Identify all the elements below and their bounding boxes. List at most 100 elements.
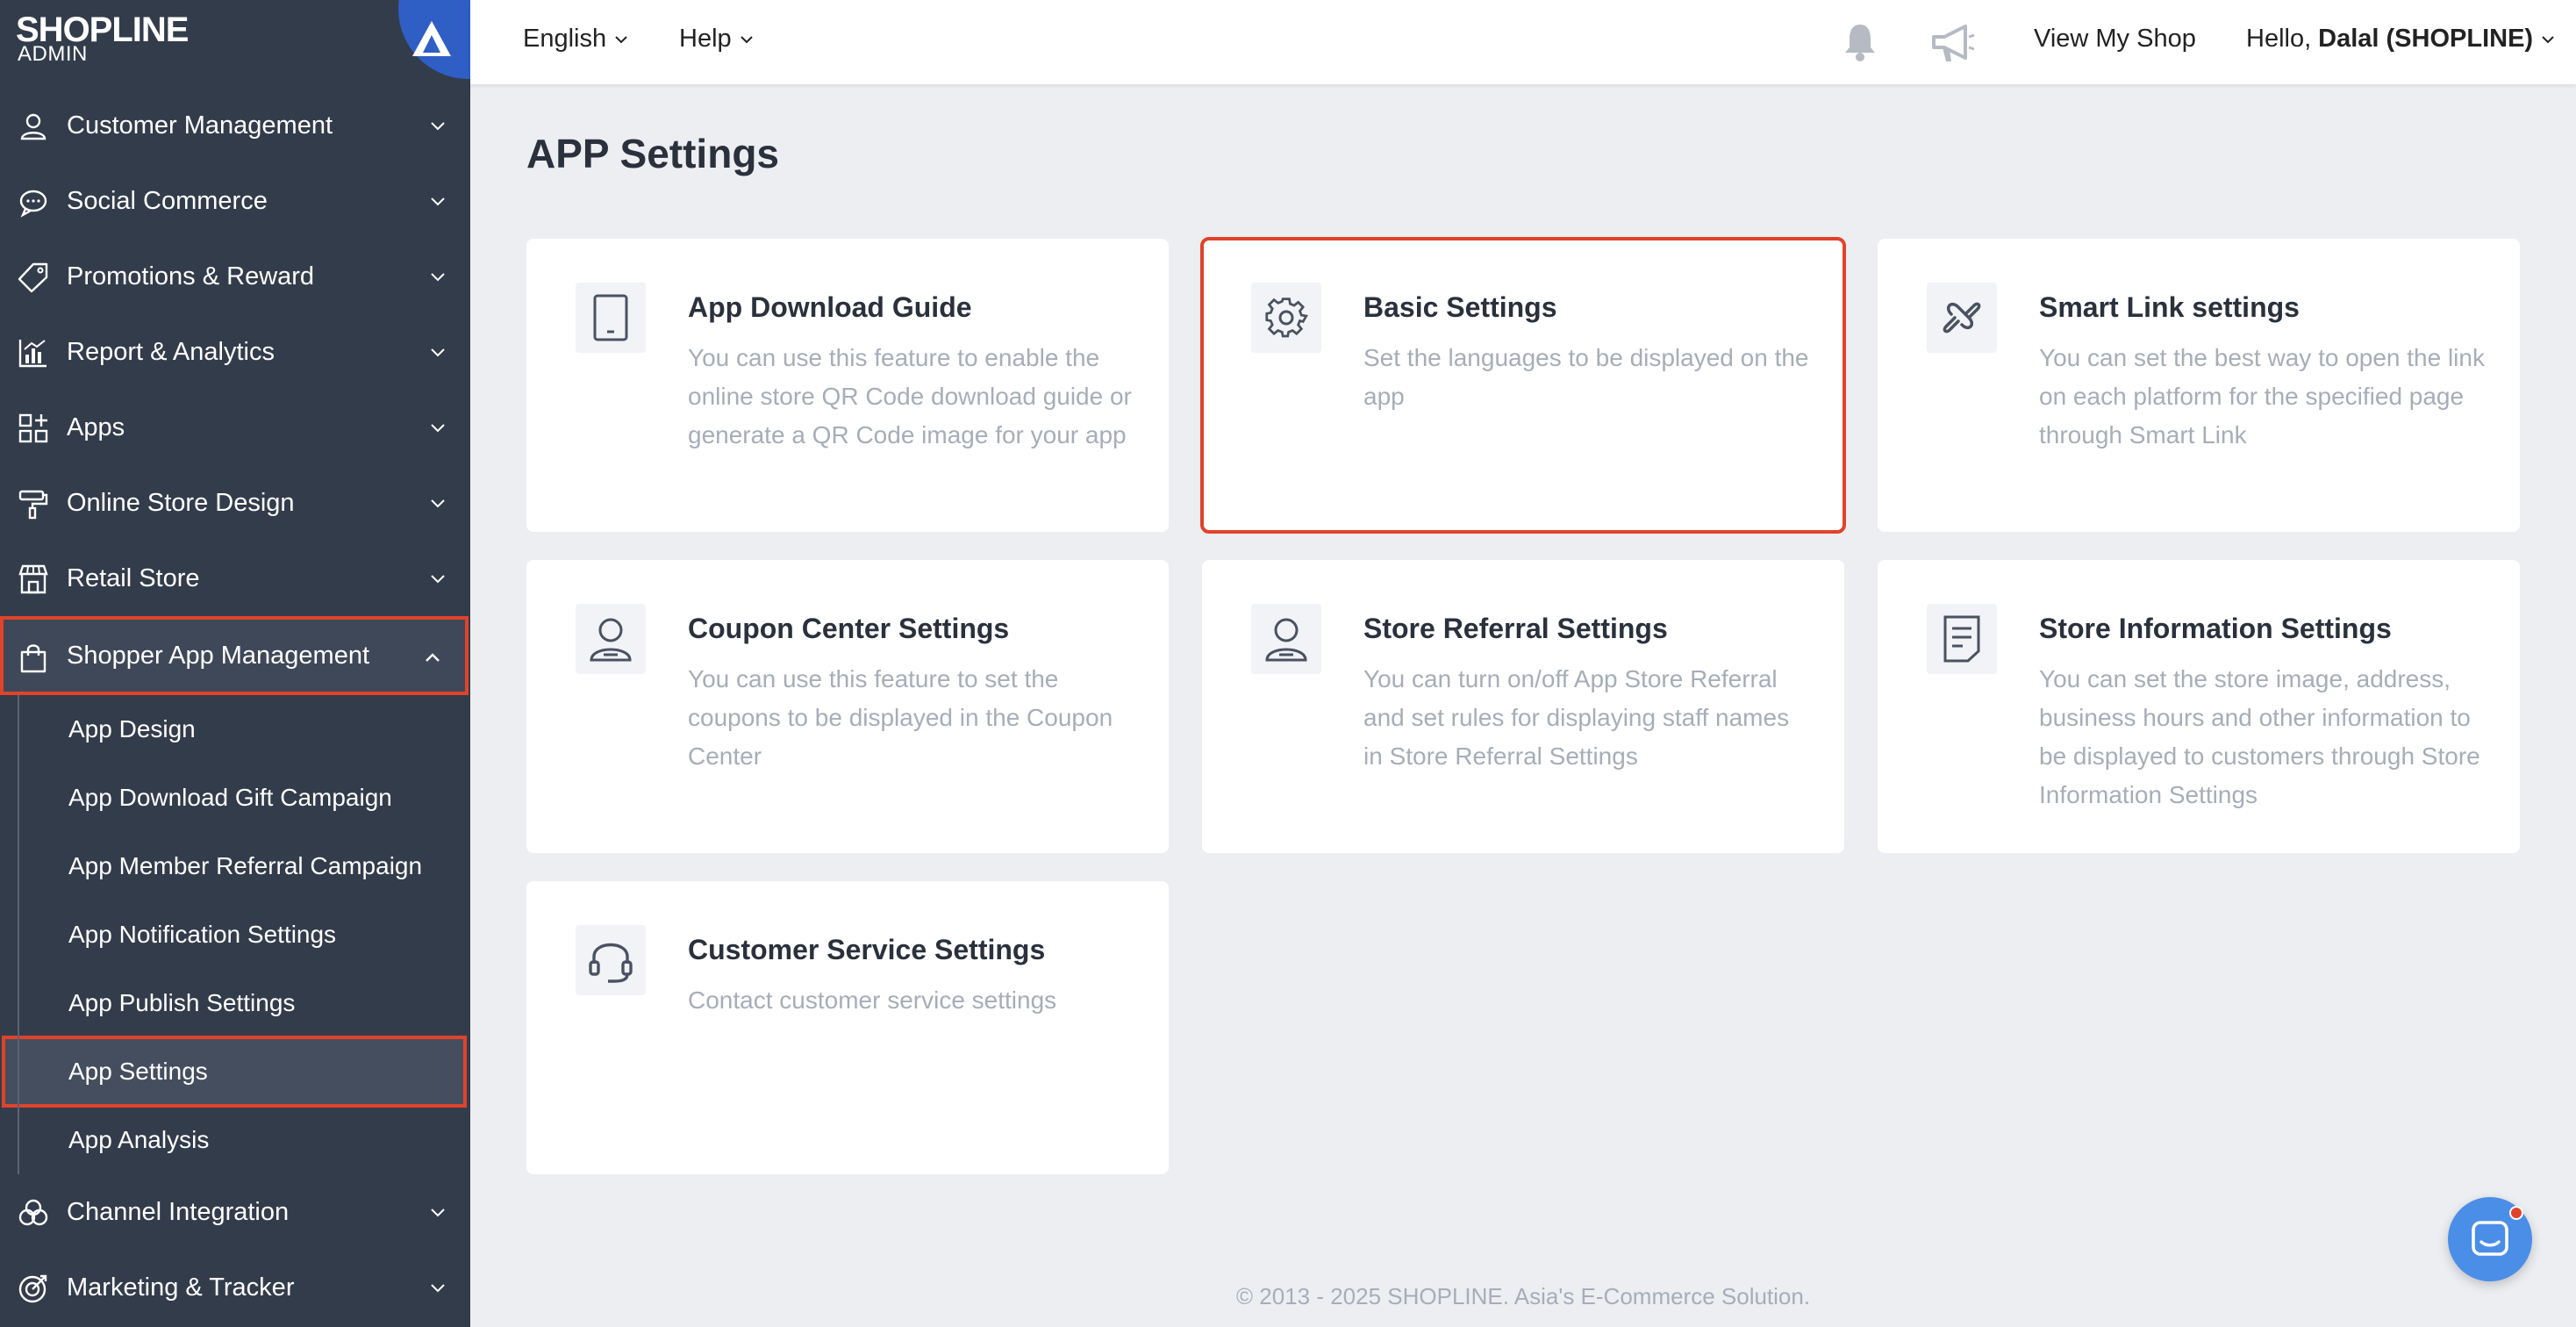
submenu-shopper-app: App Design App Download Gift Campaign Ap… bbox=[0, 695, 470, 1174]
card-title: App Download Guide bbox=[688, 291, 972, 323]
card-basic-settings[interactable]: Basic Settings Set the languages to be d… bbox=[1200, 237, 1846, 534]
card-description: You can set the store image, address, bu… bbox=[2039, 665, 2480, 808]
live-chat-button[interactable] bbox=[2448, 1197, 2532, 1281]
tag-icon bbox=[18, 262, 48, 293]
card-title: Basic Settings bbox=[1363, 291, 1557, 323]
tablet-icon bbox=[593, 294, 628, 341]
chevron-down-icon bbox=[431, 499, 445, 508]
card-app-download-guide[interactable]: App Download Guide You can use this feat… bbox=[526, 239, 1169, 532]
user-menu[interactable]: Hello, Dalal (SHOPLINE) bbox=[2246, 25, 2556, 54]
submenu-item-app-settings[interactable]: App Settings bbox=[2, 1036, 467, 1108]
submenu-item-app-design[interactable]: App Design bbox=[0, 695, 470, 764]
card-title: Store Information Settings bbox=[2039, 613, 2392, 644]
chevron-up-icon bbox=[426, 653, 440, 662]
chevron-down-icon bbox=[431, 424, 445, 433]
sidebar-item-label: Promotions & Reward bbox=[67, 262, 315, 291]
chat-bubble-icon bbox=[19, 190, 47, 218]
user-icon bbox=[20, 113, 47, 140]
mountain-logo-icon bbox=[412, 21, 451, 56]
greeting-text: Hello, bbox=[2246, 25, 2312, 53]
top-bar: English Help View My Shop Hello, Dalal (… bbox=[470, 0, 2576, 84]
card-icon-box bbox=[576, 604, 646, 674]
link-icon bbox=[1943, 302, 1981, 334]
paint-roller-icon bbox=[18, 490, 48, 520]
footer-copyright: © 2013 - 2025 SHOPLINE. Asia's E-Commerc… bbox=[1235, 1283, 1811, 1309]
sidebar-item-social-commerce[interactable]: Social Commerce bbox=[0, 163, 470, 239]
bell-icon[interactable] bbox=[1839, 21, 1881, 63]
store-icon bbox=[18, 564, 48, 594]
megaphone-icon[interactable] bbox=[1930, 23, 1976, 63]
sidebar-item-apps[interactable]: Apps bbox=[0, 390, 470, 465]
shopping-bag-icon bbox=[20, 644, 47, 673]
sidebar-item-label: Customer Management bbox=[67, 111, 333, 140]
sidebar-item-report-analytics[interactable]: Report & Analytics bbox=[0, 314, 470, 390]
card-icon-box bbox=[1251, 604, 1321, 674]
gear-icon bbox=[1265, 298, 1308, 338]
sidebar-item-shopper-app-management[interactable]: Shopper App Management bbox=[0, 616, 469, 695]
submenu-item-app-analysis[interactable]: App Analysis bbox=[0, 1106, 470, 1174]
submenu-item-app-member-referral-campaign[interactable]: App Member Referral Campaign bbox=[0, 832, 470, 900]
sidebar-item-promotions-reward[interactable]: Promotions & Reward bbox=[0, 239, 470, 314]
language-dropdown[interactable]: English bbox=[523, 25, 629, 54]
person-icon bbox=[1265, 618, 1307, 662]
help-dropdown[interactable]: Help bbox=[679, 25, 755, 54]
channel-circles-icon bbox=[18, 1199, 48, 1226]
submenu-item-app-download-gift-campaign[interactable]: App Download Gift Campaign bbox=[0, 764, 470, 832]
sidebar-item-label: Apps bbox=[67, 412, 125, 441]
target-icon bbox=[18, 1274, 47, 1303]
sidebar-item-label: Social Commerce bbox=[67, 186, 268, 215]
notification-dot bbox=[2509, 1206, 2523, 1220]
person-icon bbox=[590, 618, 632, 662]
chevron-down-icon bbox=[431, 348, 445, 357]
admin-label: ADMIN bbox=[18, 42, 88, 66]
card-icon-box bbox=[1927, 604, 1997, 674]
language-label: English bbox=[523, 25, 607, 53]
sidebar-item-label: Shopper App Management bbox=[67, 641, 370, 670]
chevron-down-icon bbox=[431, 197, 445, 206]
submenu-guide-line bbox=[18, 695, 19, 1174]
sidebar: SHOPLINE ADMIN Customer Management Socia… bbox=[0, 0, 470, 1327]
card-icon-box bbox=[1251, 283, 1321, 353]
card-description: Contact customer service settings bbox=[688, 986, 1057, 1014]
bar-chart-icon bbox=[18, 340, 47, 368]
page-title: APP Settings bbox=[526, 131, 779, 176]
card-description: You can use this feature to enable the o… bbox=[688, 344, 1132, 448]
card-title: Coupon Center Settings bbox=[688, 613, 1010, 644]
card-icon-box bbox=[1927, 283, 1997, 353]
apps-grid-icon bbox=[18, 413, 48, 443]
sidebar-item-online-store-design[interactable]: Online Store Design bbox=[0, 465, 470, 541]
sidebar-nav: Customer Management Social Commerce Prom… bbox=[0, 88, 470, 1325]
card-title: Customer Service Settings bbox=[688, 934, 1046, 965]
card-description: Set the languages to be displayed on the… bbox=[1363, 344, 1809, 410]
card-store-referral-settings[interactable]: Store Referral Settings You can turn on/… bbox=[1202, 560, 1844, 853]
sidebar-item-label: Marketing & Tracker bbox=[67, 1273, 295, 1302]
chevron-down-icon bbox=[431, 1209, 445, 1217]
card-description: You can use this feature to set the coup… bbox=[688, 665, 1113, 770]
chevron-down-icon bbox=[431, 1284, 445, 1293]
brand[interactable]: SHOPLINE ADMIN bbox=[0, 0, 470, 84]
view-my-shop-link[interactable]: View My Shop bbox=[2034, 25, 2196, 54]
card-smart-link-settings[interactable]: Smart Link settings You can set the best… bbox=[1878, 239, 2520, 532]
brand-corner bbox=[398, 0, 470, 79]
card-store-information-settings[interactable]: Store Information Settings You can set t… bbox=[1878, 560, 2520, 853]
sidebar-item-label: Online Store Design bbox=[67, 488, 295, 517]
sidebar-item-retail-store[interactable]: Retail Store bbox=[0, 541, 470, 616]
card-description: You can turn on/off App Store Referral a… bbox=[1363, 665, 1790, 770]
card-coupon-center-settings[interactable]: Coupon Center Settings You can use this … bbox=[526, 560, 1169, 853]
sidebar-item-customer-management[interactable]: Customer Management bbox=[0, 88, 470, 163]
chevron-down-icon bbox=[431, 122, 445, 131]
user-name: Dalal (SHOPLINE) bbox=[2318, 25, 2534, 53]
chevron-down-icon bbox=[431, 273, 445, 282]
headset-icon bbox=[589, 943, 633, 983]
document-icon bbox=[1943, 615, 1980, 663]
sidebar-item-marketing-tracker[interactable]: Marketing & Tracker bbox=[0, 1250, 470, 1325]
chat-icon bbox=[2472, 1221, 2508, 1256]
submenu-item-app-notification-settings[interactable]: App Notification Settings bbox=[0, 900, 470, 969]
help-label: Help bbox=[679, 25, 732, 53]
card-icon-box bbox=[576, 925, 646, 995]
card-customer-service-settings[interactable]: Customer Service Settings Contact custom… bbox=[526, 881, 1169, 1174]
chevron-down-icon bbox=[615, 35, 627, 43]
sidebar-item-channel-integration[interactable]: Channel Integration bbox=[0, 1174, 470, 1250]
sidebar-item-label: Channel Integration bbox=[67, 1197, 290, 1226]
submenu-item-app-publish-settings[interactable]: App Publish Settings bbox=[0, 969, 470, 1037]
